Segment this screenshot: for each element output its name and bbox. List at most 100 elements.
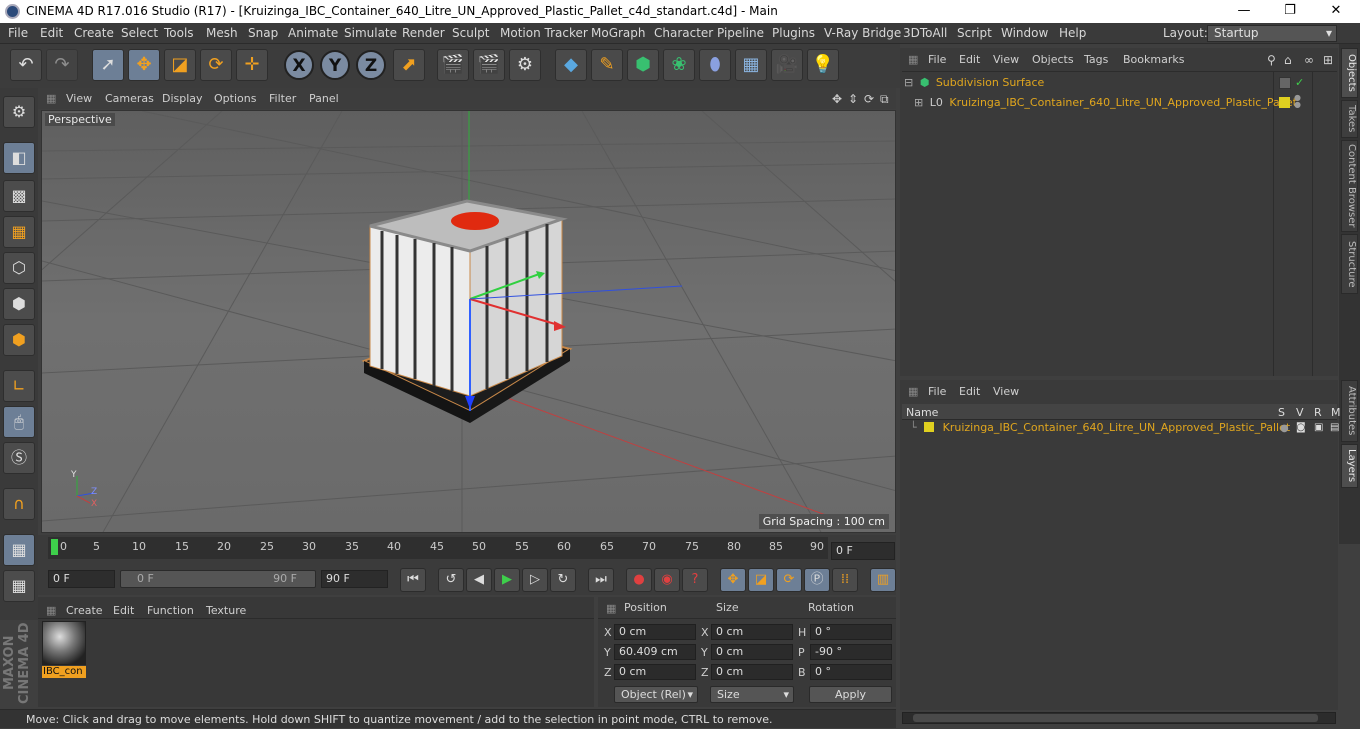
object-row[interactable]: ⊟ ⬢ Subdivision Surface xyxy=(904,76,1044,95)
render-column-header[interactable]: R xyxy=(1314,406,1322,419)
viewport-nav-zoom-icon[interactable]: ⇕ xyxy=(848,92,858,106)
key-scale-icon[interactable]: ◪ xyxy=(748,568,774,592)
menu-mesh[interactable]: Mesh xyxy=(206,26,238,40)
material-swatch[interactable]: IBC_con xyxy=(42,621,86,679)
material-menu-create[interactable]: Create xyxy=(66,604,103,617)
pos-y-input[interactable]: 60.409 cm xyxy=(614,644,696,660)
menu-mograph[interactable]: MoGraph xyxy=(591,26,646,40)
layer-color-swatch[interactable] xyxy=(1279,97,1290,108)
layout-select[interactable]: Startup ▾ xyxy=(1207,25,1337,42)
key-pla-icon[interactable]: ⁞⁞ xyxy=(832,568,858,592)
rotate-icon[interactable]: ⟳ xyxy=(200,49,232,81)
next-key-icon[interactable]: ↻ xyxy=(550,568,576,592)
home-icon[interactable]: ⌂ xyxy=(1284,53,1292,67)
viewport-menu-filter[interactable]: Filter xyxy=(269,92,296,105)
cloner-icon[interactable]: ❀ xyxy=(663,49,695,81)
viewport-nav-move-icon[interactable]: ✥ xyxy=(832,92,842,106)
visibility-dots-icon[interactable]: ● ● xyxy=(1294,94,1301,109)
menu-animate[interactable]: Animate xyxy=(288,26,338,40)
size-x-input[interactable]: 0 cm xyxy=(711,624,793,640)
make-editable-icon[interactable]: ⚙ xyxy=(3,96,35,128)
object-name[interactable]: Kruizinga_IBC_Container_640_Litre_UN_App… xyxy=(949,96,1297,109)
material-menu-texture[interactable]: Texture xyxy=(206,604,246,617)
solo-toggle-icon[interactable]: ● xyxy=(1280,423,1289,434)
axis-mode-icon[interactable]: ∟ xyxy=(3,370,35,402)
frame-range-slider[interactable]: 0 F 90 F xyxy=(120,570,316,588)
tab-content-browser[interactable]: Content Browser xyxy=(1341,140,1358,232)
object-menu-file[interactable]: File xyxy=(928,53,946,66)
locked-workplane-icon[interactable]: ▦ xyxy=(3,570,35,602)
minimize-icon[interactable]: — xyxy=(1221,0,1267,23)
key-rotation-icon[interactable]: ⟳ xyxy=(776,568,802,592)
new-view-icon[interactable]: ⊞ xyxy=(1323,53,1333,67)
layer-menu-view[interactable]: View xyxy=(993,385,1019,398)
menu-vray-bridge[interactable]: V-Ray Bridge xyxy=(824,26,901,40)
menu-simulate[interactable]: Simulate xyxy=(344,26,397,40)
go-to-end-icon[interactable]: ⏭ xyxy=(588,568,614,592)
points-mode-icon[interactable]: ⬡ xyxy=(3,252,35,284)
solo-mode-icon[interactable]: Ⓢ xyxy=(3,442,35,474)
pos-z-input[interactable]: 0 cm xyxy=(614,664,696,680)
search-icon[interactable]: ⚲ xyxy=(1267,53,1276,67)
camera-icon[interactable]: 🎥 xyxy=(771,49,803,81)
autokey-icon[interactable]: ◉ xyxy=(654,568,680,592)
close-icon[interactable]: ✕ xyxy=(1313,0,1359,23)
maximize-icon[interactable]: ❐ xyxy=(1267,0,1313,23)
menu-select[interactable]: Select xyxy=(121,26,158,40)
object-menu-edit[interactable]: Edit xyxy=(959,53,980,66)
visible-column-header[interactable]: V xyxy=(1296,406,1304,419)
visible-toggle-icon[interactable]: ◙ xyxy=(1296,422,1306,433)
layer-menu-edit[interactable]: Edit xyxy=(959,385,980,398)
size-mode-select[interactable]: Size ▾ xyxy=(710,686,794,703)
floor-icon[interactable]: ▦ xyxy=(735,49,767,81)
size-y-input[interactable]: 0 cm xyxy=(711,644,793,660)
workplane-icon[interactable]: ▦ xyxy=(3,216,35,248)
tab-objects[interactable]: Objects xyxy=(1341,48,1358,98)
tab-layers[interactable]: Layers xyxy=(1341,444,1358,488)
tweak-mode-icon[interactable]: 🖱 xyxy=(3,406,35,438)
horizontal-scrollbar[interactable] xyxy=(902,712,1336,724)
menu-render[interactable]: Render xyxy=(402,26,445,40)
move-icon[interactable]: ✥ xyxy=(128,49,160,81)
layer-menu-file[interactable]: File xyxy=(928,385,946,398)
material-menu-function[interactable]: Function xyxy=(147,604,194,617)
transform-icon[interactable]: ✛ xyxy=(236,49,268,81)
object-menu-objects[interactable]: Objects xyxy=(1032,53,1074,66)
texture-mode-icon[interactable]: ▩ xyxy=(3,180,35,212)
expand-icon[interactable]: ⊞ xyxy=(914,96,923,109)
light-icon[interactable]: 💡 xyxy=(807,49,839,81)
select-arrow-icon[interactable]: ➚ xyxy=(92,49,124,81)
playhead-marker[interactable] xyxy=(51,539,58,555)
collapse-icon[interactable]: ⊟ xyxy=(904,76,913,89)
layer-row[interactable]: └ Kruizinga_IBC_Container_640_Litre_UN_A… xyxy=(910,421,1290,440)
menu-script[interactable]: Script xyxy=(957,26,992,40)
menu-file[interactable]: File xyxy=(8,26,28,40)
material-menu-edit[interactable]: Edit xyxy=(113,604,134,617)
render-view-icon[interactable]: 🎬 xyxy=(437,49,469,81)
previous-key-icon[interactable]: ↺ xyxy=(438,568,464,592)
pen-spline-icon[interactable]: ✎ xyxy=(591,49,623,81)
viewport-menu-panel[interactable]: Panel xyxy=(309,92,339,105)
object-menu-view[interactable]: View xyxy=(993,53,1019,66)
coord-mode-select[interactable]: Object (Rel) ▾ xyxy=(614,686,698,703)
menu-plugins[interactable]: Plugins xyxy=(772,26,815,40)
menu-edit[interactable]: Edit xyxy=(40,26,63,40)
z-axis-lock-icon[interactable]: Z xyxy=(356,50,386,80)
key-position-icon[interactable]: ✥ xyxy=(720,568,746,592)
menu-3dtoall[interactable]: 3DToAll xyxy=(903,26,947,40)
next-frame-icon[interactable]: ▷ xyxy=(522,568,548,592)
menu-motion-tracker[interactable]: Motion Tracker xyxy=(500,26,588,40)
timeline-window-icon[interactable]: ▥ xyxy=(870,568,896,592)
deformer-icon[interactable]: ⬮ xyxy=(699,49,731,81)
timeline-ruler[interactable]: 0 5 10 15 20 25 30 35 40 45 50 55 60 65 … xyxy=(48,537,828,559)
key-parameter-icon[interactable]: Ⓟ xyxy=(804,568,830,592)
record-keys-icon[interactable]: ● xyxy=(626,568,652,592)
layer-color-swatch[interactable] xyxy=(924,422,935,432)
subdivision-icon[interactable]: ⬢ xyxy=(627,49,659,81)
viewport-menu-options[interactable]: Options xyxy=(214,92,256,105)
viewport-3d[interactable]: Y Z X Grid Spacing : 100 cm xyxy=(41,110,896,533)
viewport-menu-display[interactable]: Display xyxy=(162,92,203,105)
scale-icon[interactable]: ◪ xyxy=(164,49,196,81)
render-picture-viewer-icon[interactable]: 🎬 xyxy=(473,49,505,81)
x-axis-lock-icon[interactable]: X xyxy=(284,50,314,80)
